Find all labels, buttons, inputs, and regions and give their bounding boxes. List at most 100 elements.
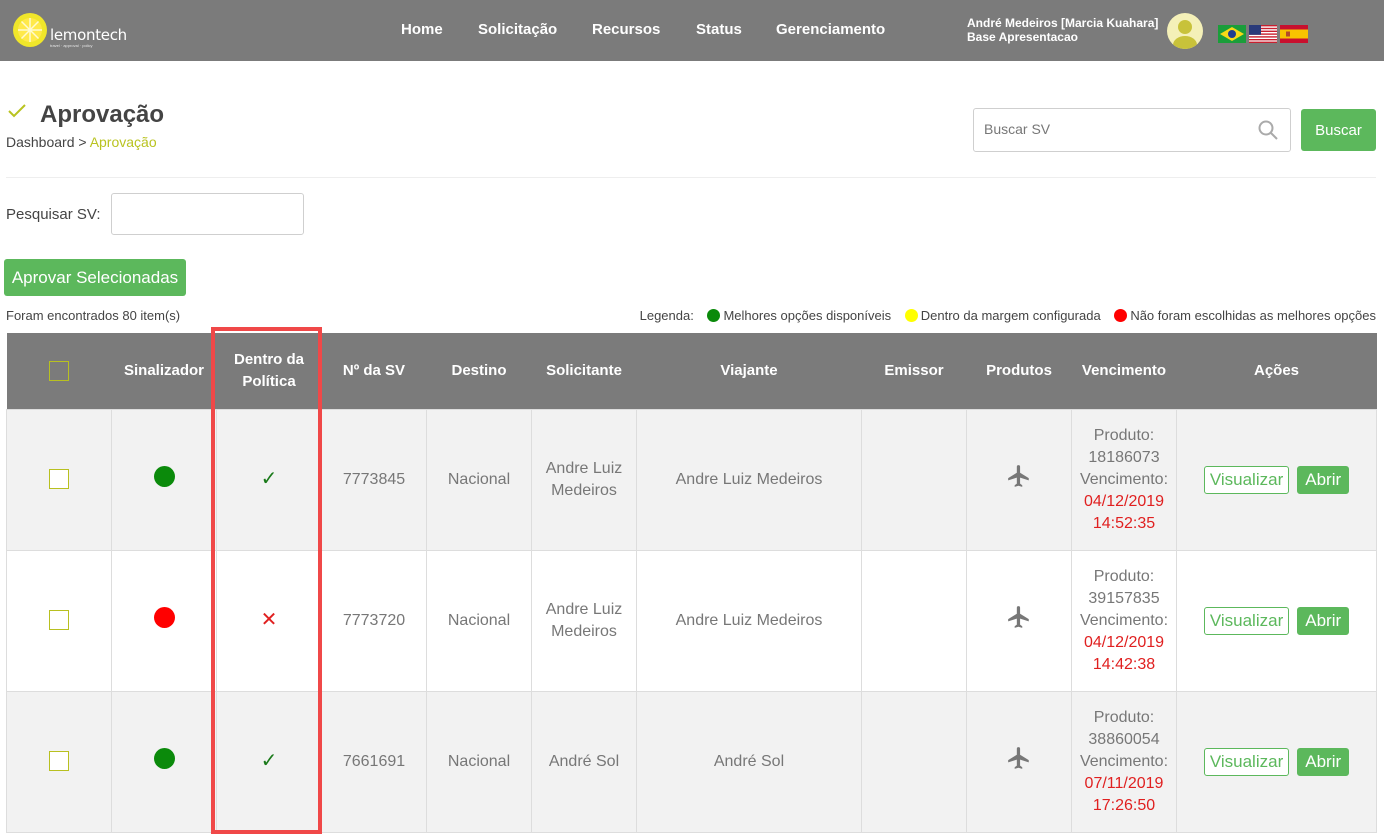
search-sv-input[interactable] (984, 121, 1244, 137)
header-viajante[interactable]: Viajante (636, 333, 862, 409)
logo-text: lemontech (50, 26, 127, 44)
produto-label: Produto: (1093, 708, 1155, 726)
vencimento-time: 17:26:50 (1092, 796, 1156, 814)
header-emissor[interactable]: Emissor (861, 333, 967, 409)
policy-cell: ✓ (216, 408, 322, 551)
airplane-icon[interactable] (1006, 745, 1032, 771)
header-solicitante[interactable]: Solicitante (531, 333, 637, 409)
nav-status[interactable]: Status (696, 21, 742, 38)
header-sinalizador[interactable]: Sinalizador (111, 333, 217, 409)
nav-recursos[interactable]: Recursos (592, 21, 660, 38)
filter-label: Pesquisar SV: (6, 206, 101, 223)
viajante-cell: André Sol (636, 690, 862, 833)
visualizar-button[interactable]: Visualizar (1203, 747, 1290, 776)
header-destino[interactable]: Destino (426, 333, 532, 409)
nav-solicitacao[interactable]: Solicitação (478, 21, 557, 38)
pesquisar-sv-input[interactable] (111, 193, 304, 235)
vencimento-cell: Produto: 38860054 Vencimento: 07/11/2019 17:… (1071, 690, 1177, 833)
search-icon[interactable] (1258, 120, 1278, 140)
buscar-button[interactable]: Buscar (1301, 109, 1376, 151)
table-row: ✕ 7773720 Nacional Andre Luiz Medeiros Andre… (6, 549, 1377, 692)
legend-red-dot-icon (1114, 309, 1128, 322)
breadcrumb-separator: > (74, 134, 90, 150)
produto-number: 38860054 (1088, 730, 1160, 748)
lemon-logo-icon[interactable] (12, 12, 48, 48)
viajante-cell: Andre Luiz Medeiros (636, 549, 862, 692)
flag-brazil-icon[interactable] (1218, 25, 1246, 43)
visualizar-button[interactable]: Visualizar (1203, 606, 1290, 635)
legend-label: Legenda: (639, 308, 694, 323)
produtos-cell (966, 408, 1072, 551)
vencimento-date: 07/11/2019 (1084, 774, 1164, 792)
vencimento-time: 14:42:38 (1092, 655, 1156, 673)
sv-number: 7773720 (321, 549, 427, 692)
signal-green-dot-icon (153, 465, 175, 487)
row-checkbox[interactable] (49, 610, 69, 631)
nav-home[interactable]: Home (401, 21, 443, 38)
solicitante-name: Andre Luiz Medeiros (545, 459, 623, 499)
header-numero-sv[interactable]: Nº da SV (321, 333, 427, 409)
produto-label: Produto: (1093, 567, 1155, 585)
search-sv-box (973, 108, 1291, 152)
flag-spain-icon[interactable] (1280, 25, 1308, 43)
row-select-cell (6, 549, 112, 692)
results-count: Foram encontrados 80 item(s) (6, 308, 181, 323)
breadcrumb-root[interactable]: Dashboard (6, 134, 75, 150)
airplane-icon[interactable] (1006, 463, 1032, 489)
actions-cell: Visualizar Abrir (1176, 408, 1377, 551)
legend-item-red: Não foram escolhidas as melhores opções (1130, 308, 1376, 323)
header-produtos[interactable]: Produtos (966, 333, 1072, 409)
policy-status-icon: ✓ (260, 467, 278, 490)
top-navbar: lemontech travel · approval · policy Hom… (0, 0, 1384, 61)
logo-tagline: travel · approval · policy (50, 43, 93, 48)
abrir-button[interactable]: Abrir (1297, 465, 1350, 494)
policy-status-icon: ✓ (260, 749, 278, 772)
header-vencimento[interactable]: Vencimento (1071, 333, 1177, 409)
table-row: ✓ 7661691 Nacional André Sol André Sol Produt… (6, 690, 1377, 833)
emissor-cell (861, 408, 967, 551)
signal-cell (111, 549, 217, 692)
produto-number: 18186073 (1088, 448, 1160, 466)
vencimento-label: Vencimento: (1079, 752, 1169, 770)
legend-green-dot-icon (707, 309, 721, 322)
header-divider (6, 177, 1376, 178)
breadcrumb: Dashboard > Aprovação (6, 134, 157, 150)
produtos-cell (966, 690, 1072, 833)
user-name: André Medeiros [Marcia Kuahara] (967, 16, 1159, 30)
row-checkbox[interactable] (49, 469, 69, 490)
nav-gerenciamento[interactable]: Gerenciamento (776, 21, 885, 38)
visualizar-button[interactable]: Visualizar (1203, 465, 1290, 494)
row-select-cell (6, 690, 112, 833)
destino-cell: Nacional (426, 549, 532, 692)
vencimento-date: 04/12/2019 (1083, 633, 1165, 651)
flag-usa-icon[interactable] (1249, 25, 1277, 43)
avatar[interactable] (1167, 13, 1203, 49)
user-info[interactable]: André Medeiros [Marcia Kuahara] Base Apr… (967, 16, 1158, 44)
header-dentro-politica[interactable]: Dentro da Política (216, 333, 322, 409)
solicitante-name: Andre Luiz Medeiros (545, 600, 623, 640)
sv-number: 7773845 (321, 408, 427, 551)
approve-selected-button[interactable]: Aprovar Selecionadas (4, 259, 186, 296)
sv-number: 7661691 (321, 690, 427, 833)
abrir-button[interactable]: Abrir (1297, 747, 1350, 776)
solicitante-name: André Sol (548, 752, 620, 770)
policy-status-icon: ✕ (260, 608, 278, 631)
vencimento-label: Vencimento: (1079, 470, 1169, 488)
abrir-button[interactable]: Abrir (1297, 606, 1350, 635)
signal-cell (111, 408, 217, 551)
viajante-cell: Andre Luiz Medeiros (636, 408, 862, 551)
airplane-icon[interactable] (1006, 604, 1032, 630)
header-select-all (6, 333, 112, 409)
breadcrumb-current: Aprovação (89, 134, 157, 150)
legend-yellow-dot-icon (904, 309, 918, 322)
actions-cell: Visualizar Abrir (1176, 549, 1377, 692)
header-acoes: Ações (1176, 333, 1377, 409)
produto-number: 39157835 (1088, 589, 1160, 607)
produtos-cell (966, 549, 1072, 692)
legend-item-green: Melhores opções disponíveis (723, 308, 892, 323)
table-row: ✓ 7773845 Nacional Andre Luiz Medeiros Andre… (6, 408, 1377, 551)
row-checkbox[interactable] (49, 751, 69, 772)
select-all-checkbox[interactable] (49, 360, 69, 381)
policy-cell: ✕ (216, 549, 322, 692)
destino-cell: Nacional (426, 408, 532, 551)
